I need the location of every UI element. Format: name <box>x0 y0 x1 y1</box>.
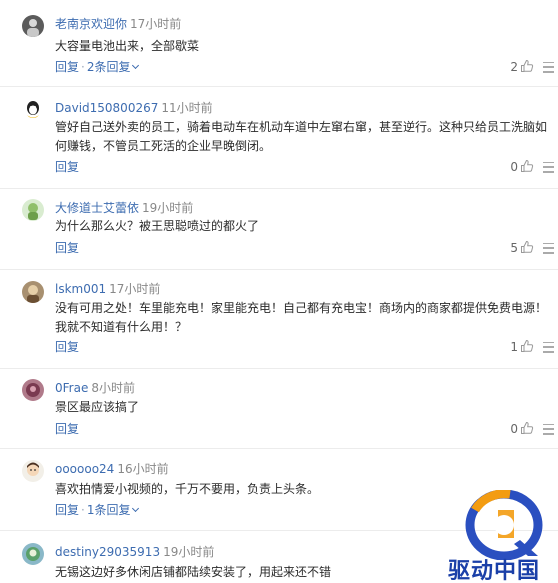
comment-text: 景区最应该搞了 <box>55 400 140 414</box>
avatar[interactable] <box>22 379 44 401</box>
comment-text: 管好自己送外卖的员工，骑着电动车在机动车道中左窜右窜，甚至逆行。这种只给员工洗脑… <box>55 120 548 153</box>
comment-item: 大修道士艾蕾依 19小时前 为什么那么火？被王思聪喷过的都火了 回复 5 <box>0 189 558 270</box>
like-count: 5 <box>510 241 518 255</box>
timestamp: 11小时前 <box>161 101 213 115</box>
like-count: 0 <box>510 422 518 436</box>
username[interactable]: destiny29035913 <box>55 545 160 559</box>
thumbs-up-icon[interactable] <box>520 159 534 176</box>
thumbs-up-icon[interactable] <box>520 421 534 438</box>
like-count: 1 <box>510 340 518 354</box>
reply-button[interactable]: 回复 <box>55 422 79 436</box>
thumbs-up-icon[interactable] <box>520 240 534 257</box>
logo-emblem-icon <box>465 490 543 560</box>
avatar[interactable] <box>22 99 44 121</box>
reply-button[interactable]: 回复 <box>55 340 79 354</box>
thumbs-up-icon[interactable] <box>520 59 534 76</box>
timestamp: 17小时前 <box>109 282 161 296</box>
menu-icon[interactable] <box>543 161 554 173</box>
username[interactable]: oooooo24 <box>55 462 114 476</box>
more-replies-link[interactable]: 1条回复 <box>87 503 140 517</box>
timestamp: 17小时前 <box>130 17 182 31</box>
comment-text: 大容量电池出来，全部歇菜 <box>55 39 200 53</box>
menu-icon[interactable] <box>543 341 554 353</box>
chevron-down-icon <box>132 61 140 70</box>
avatar[interactable] <box>22 281 44 303</box>
username[interactable]: 大修道士艾蕾依 <box>55 201 139 215</box>
reply-button[interactable]: 回复 <box>55 241 79 255</box>
comment-item: 0Frae 8小时前 景区最应该搞了 回复 0 <box>0 369 558 449</box>
separator: · <box>81 60 85 74</box>
avatar[interactable] <box>22 199 44 221</box>
separator: · <box>81 503 85 517</box>
username[interactable]: 老南京欢迎你 <box>55 17 127 31</box>
comment-text: 没有可用之处！车里能充电！家里能充电！自己都有充电宝！商场内的商家都提供免费电源… <box>55 301 548 334</box>
avatar[interactable] <box>22 15 44 37</box>
timestamp: 19小时前 <box>163 545 215 559</box>
avatar[interactable] <box>22 460 44 482</box>
like-count: 2 <box>510 60 518 74</box>
comment-item: 老南京欢迎你 17小时前 大容量电池出来，全部歇菜 回复 · 2条回复 2 <box>0 0 558 87</box>
more-replies-link[interactable]: 2条回复 <box>87 60 140 74</box>
username[interactable]: 0Frae <box>55 381 88 395</box>
timestamp: 8小时前 <box>91 381 135 395</box>
chevron-down-icon <box>132 504 140 513</box>
thumbs-up-icon[interactable] <box>520 339 534 356</box>
reply-button[interactable]: 回复 <box>55 160 79 174</box>
comment-item: David150800267 11小时前 管好自己送外卖的员工，骑着电动车在机动车… <box>0 87 558 189</box>
comment-item: lskm001 17小时前 没有可用之处！车里能充电！家里能充电！自己都有充电宝！… <box>0 270 558 369</box>
reply-button[interactable]: 回复 <box>55 60 79 74</box>
username[interactable]: David150800267 <box>55 101 158 115</box>
like-count: 0 <box>510 160 518 174</box>
reply-button[interactable]: 回复 <box>55 503 79 517</box>
menu-icon[interactable] <box>543 242 554 254</box>
avatar[interactable] <box>22 543 44 565</box>
watermark-text: 驱动中国 <box>448 559 541 583</box>
menu-icon[interactable] <box>543 61 554 73</box>
timestamp: 19小时前 <box>142 201 194 215</box>
timestamp: 16小时前 <box>117 462 169 476</box>
watermark-logo: 驱动中国 <box>440 490 558 583</box>
username[interactable]: lskm001 <box>55 282 106 296</box>
comment-text: 为什么那么火？被王思聪喷过的都火了 <box>55 219 260 233</box>
menu-icon[interactable] <box>543 423 554 435</box>
